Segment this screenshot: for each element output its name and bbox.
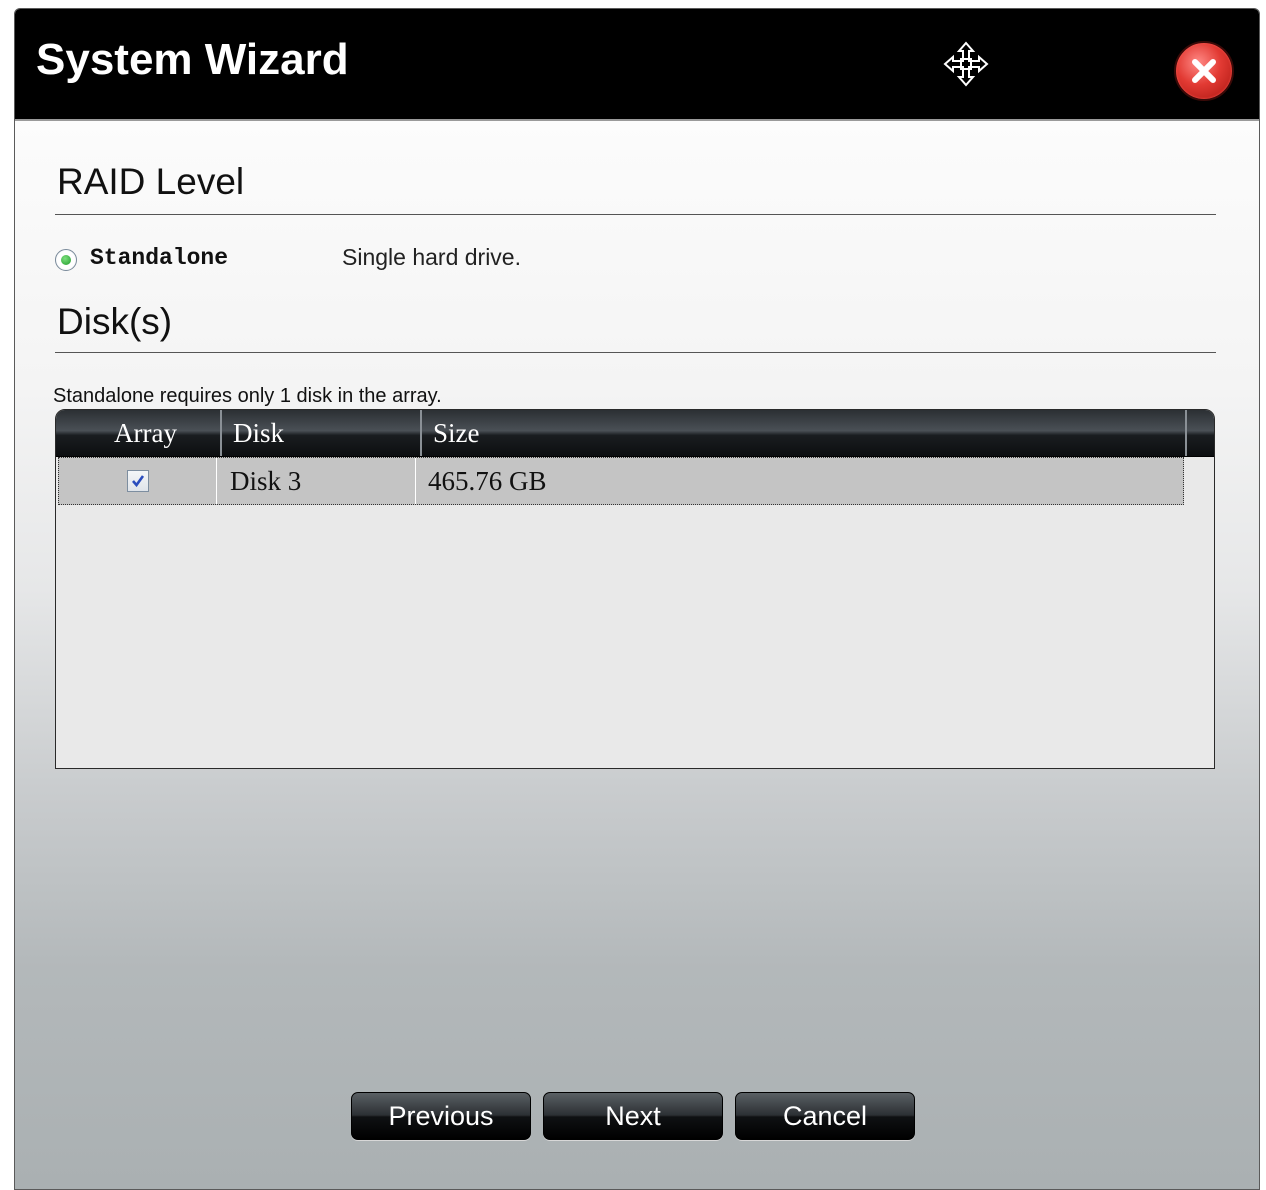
disk-cell: Disk 3 bbox=[230, 466, 302, 496]
cell-divider bbox=[415, 458, 416, 504]
standalone-label[interactable]: Standalone bbox=[90, 245, 228, 271]
cell-divider bbox=[216, 458, 217, 504]
close-icon bbox=[1192, 59, 1216, 83]
size-cell: 465.76 GB bbox=[428, 466, 547, 496]
title-bar[interactable]: System Wizard bbox=[15, 9, 1259, 121]
cancel-button[interactable]: Cancel bbox=[735, 1092, 915, 1140]
checkmark-icon bbox=[132, 475, 145, 488]
array-checkbox[interactable] bbox=[127, 470, 149, 492]
dialog-title: System Wizard bbox=[36, 35, 349, 84]
radio-selected-dot bbox=[61, 255, 71, 265]
disks-heading: Disk(s) bbox=[57, 301, 173, 342]
column-separator bbox=[220, 410, 222, 456]
standalone-radio[interactable] bbox=[55, 249, 77, 271]
disks-divider bbox=[55, 352, 1216, 353]
system-wizard-dialog: System Wizard RAID Level Standalone Sing… bbox=[14, 8, 1260, 1190]
column-separator bbox=[1185, 410, 1187, 456]
standalone-description: Single hard drive. bbox=[342, 244, 521, 270]
disk-table: Array Disk Size Disk 3 465.76 GB bbox=[55, 409, 1215, 769]
previous-button[interactable]: Previous bbox=[351, 1092, 531, 1140]
raid-divider bbox=[55, 214, 1216, 215]
column-header-size[interactable]: Size bbox=[433, 410, 480, 456]
table-header: Array Disk Size bbox=[56, 410, 1214, 457]
column-separator bbox=[420, 410, 422, 456]
next-button[interactable]: Next bbox=[543, 1092, 723, 1140]
move-icon[interactable] bbox=[943, 41, 989, 87]
disk-requirement-hint: Standalone requires only 1 disk in the a… bbox=[53, 385, 442, 407]
close-button[interactable] bbox=[1174, 41, 1234, 101]
column-header-array[interactable]: Array bbox=[114, 410, 177, 456]
table-row[interactable]: Disk 3 465.76 GB bbox=[58, 457, 1184, 505]
column-header-disk[interactable]: Disk bbox=[233, 410, 284, 456]
raid-level-heading: RAID Level bbox=[57, 161, 245, 202]
